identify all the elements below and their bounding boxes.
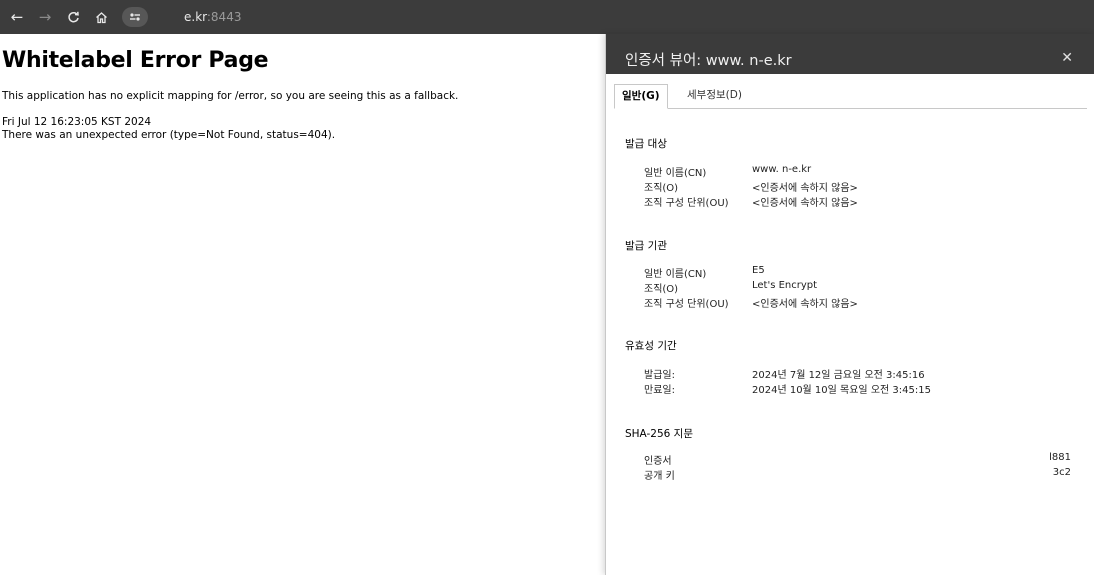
home-icon[interactable] [90,6,112,28]
site-info-icon[interactable] [122,7,148,27]
issued-by-o-value: Let's Encrypt [752,280,818,291]
certificate-viewer-dialog: 인증서 뷰어: www. n-e.kr ✕ 일반(G) 세부정보(D) 발급 대… [605,34,1094,575]
address-bar[interactable]: e.kr:8443 [184,10,241,24]
dialog-title: 인증서 뷰어: www. n-e.kr [625,52,792,69]
error-timestamp: Fri Jul 12 16:23:05 KST 2024 [2,116,152,128]
error-detail: There was an unexpected error (type=Not … [2,129,336,141]
issued-to-o-label: 조직(O) [644,183,679,194]
issued-by-o-label: 조직(O) [644,284,679,295]
issued-to-heading: 발급 대상 [625,138,667,150]
error-message: This application has no explicit mapping… [2,90,459,102]
issued-by-ou-value: <인증서에 속하지 않음> [752,299,858,310]
tab-general[interactable]: 일반(G) [614,84,668,109]
issued-by-ou-label: 조직 구성 단위(OU) [644,299,729,310]
fingerprint-heading: SHA-256 지문 [625,428,694,440]
issued-to-o-value: <인증서에 속하지 않음> [752,183,858,194]
url-port: :8443 [206,10,242,24]
issued-to-ou-label: 조직 구성 단위(OU) [644,198,729,209]
dialog-tabs: 일반(G) 세부정보(D) [614,84,1087,109]
validity-heading: 유효성 기간 [625,340,677,352]
url-host: e.kr [184,10,207,24]
tab-details[interactable]: 세부정보(D) [680,84,749,107]
dialog-header: 인증서 뷰어: www. n-e.kr ✕ [606,34,1094,74]
forward-icon[interactable]: → [34,6,56,28]
browser-toolbar: ← → e.kr:8443 [0,0,1094,34]
expiry-date-value: 2024년 10월 10일 목요일 오전 3:45:15 [752,385,931,396]
error-page: Whitelabel Error Page This application h… [0,34,606,142]
issued-by-heading: 발급 기관 [625,240,667,252]
cert-fingerprint-label: 인증서 [644,456,672,467]
issued-to-cn-value: www. n-e.kr [752,164,812,175]
page-title: Whitelabel Error Page [2,48,269,73]
close-icon[interactable]: ✕ [1061,51,1073,65]
cert-fingerprint-value: l881 [1049,452,1071,463]
pubkey-fingerprint-label: 공개 키 [644,471,675,482]
issued-to-ou-value: <인증서에 속하지 않음> [752,198,858,209]
expiry-date-label: 만료일: [644,385,675,396]
issued-by-cn-label: 일반 이름(CN) [644,269,707,280]
issued-by-cn-value: E5 [752,265,765,276]
reload-icon[interactable] [62,6,84,28]
back-icon[interactable]: ← [6,6,28,28]
issued-to-cn-label: 일반 이름(CN) [644,168,707,179]
issued-date-label: 발급일: [644,370,675,381]
issued-date-value: 2024년 7월 12일 금요일 오전 3:45:16 [752,370,925,381]
pubkey-fingerprint-value: 3c2 [1052,467,1071,478]
